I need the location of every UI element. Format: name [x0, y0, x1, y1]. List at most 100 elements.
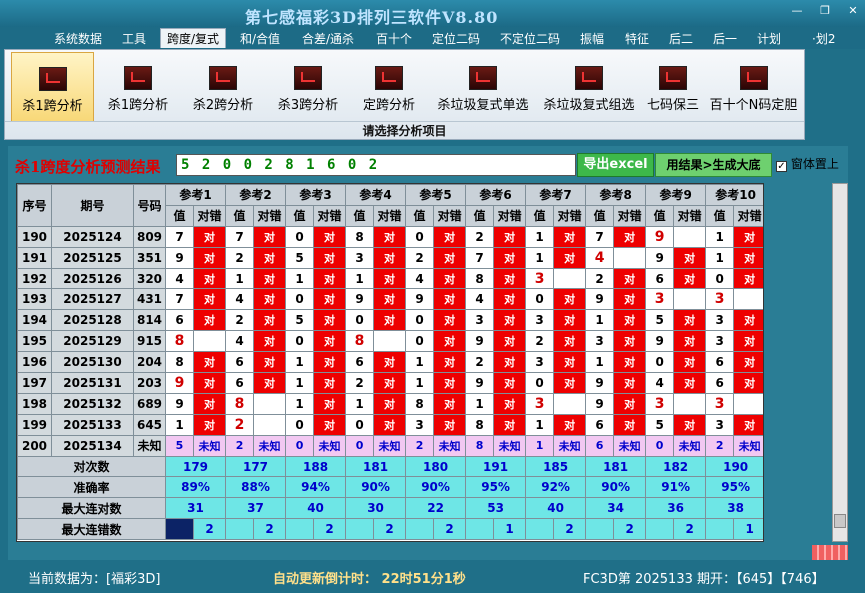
- menu-fixed-two[interactable]: 定位二码: [432, 30, 480, 47]
- menu-feature[interactable]: 特征: [625, 30, 649, 47]
- stat-value: 53: [465, 497, 527, 520]
- topmost-checkbox[interactable]: ✓ 窗体置上: [776, 155, 839, 172]
- ref-value: 9: [345, 288, 375, 311]
- menu-plan[interactable]: 计划: [757, 30, 781, 47]
- export-excel-button[interactable]: 导出excel: [577, 153, 654, 177]
- stat-value: 2: [673, 518, 707, 541]
- stat-value: [585, 518, 615, 541]
- menu-span-compound[interactable]: 跨度/复式: [160, 28, 227, 48]
- ref-value: 7: [465, 246, 495, 269]
- ref-value: 6: [705, 372, 735, 394]
- menu-last-one[interactable]: 后一: [713, 30, 737, 47]
- ref-value: 9: [165, 392, 194, 415]
- value-header: 值: [645, 204, 675, 227]
- row-code: 203: [133, 372, 166, 394]
- vertical-scrollbar[interactable]: [832, 183, 848, 542]
- prediction-row[interactable]: 200 2025134 未知 5 未知 2 未知 0 未知 0 未知 2 未知 8 未知 1 未知 6 未知 0 未知 2…: [17, 434, 763, 457]
- menu-diff-kill[interactable]: 合差/通杀: [302, 30, 354, 47]
- ref-value: 1: [285, 392, 315, 415]
- ref-match: 对: [373, 372, 407, 394]
- ref-value: 9: [645, 225, 675, 248]
- stat-label: 对次数: [17, 455, 166, 478]
- ref-match: 对: [192, 392, 227, 415]
- value-header: 值: [585, 204, 615, 227]
- table-row[interactable]: 194 2025128 814 6 对 2 对 5 对 0 对 0 对 3 对 3 对 1 对 5 对 3 对: [17, 309, 763, 332]
- ref-match: 对: [192, 351, 227, 374]
- table-row[interactable]: 191 2025125 351 9 对 2 对 5 对 3 对 2 对 7 对 1 对 4 9 对 1 对: [17, 246, 763, 269]
- ribbon-fixed-span[interactable]: 定跨分析: [355, 52, 423, 122]
- ref-value: 1: [405, 351, 435, 374]
- menu-last-two[interactable]: 后二: [669, 30, 693, 47]
- match-header: 对错: [373, 204, 407, 227]
- ref-match: [673, 392, 707, 415]
- table-row[interactable]: 196 2025130 204 8 对 6 对 1 对 6 对 1 对 2 对 3 对 1 对 0 对 6 对: [17, 351, 763, 374]
- table-row[interactable]: 193 2025127 431 7 对 4 对 0 对 9 对 9 对 4 对 0 对 9 对 3 3: [17, 288, 763, 311]
- stat-row: 最大连错数 2 2 2 2 2 1 2 2 2 1: [17, 518, 763, 541]
- ref-value: 5: [645, 413, 675, 436]
- ref-value: 6: [705, 351, 735, 374]
- ref-match: 对: [373, 225, 407, 248]
- ref-value: 1: [285, 372, 315, 394]
- stat-value: 1: [733, 518, 763, 541]
- table-row[interactable]: 190 2025124 809 7 对 7 对 0 对 8 对 0 对 2 对 1 对 7 对 9 1 对: [17, 225, 763, 248]
- stat-label: 最大连对数: [17, 497, 166, 520]
- ref-value: 8: [345, 330, 375, 353]
- stat-value: [705, 518, 735, 541]
- analysis-table: 序号 期号 号码 参考1 参考2 参考3 参考4 参考5 参考6 参考7 参考8 参考9 参考10 值对错…: [16, 183, 764, 542]
- table-row[interactable]: 195 2025129 915 8 4 对 0 对 8 0 对 9 对 2 对 3 对 9 对 3 对: [17, 330, 763, 353]
- menu-positions[interactable]: 百十个: [376, 30, 412, 47]
- ref-match: 对: [553, 288, 587, 311]
- ref-match: 对: [493, 288, 527, 311]
- maximize-button[interactable]: ❐: [814, 4, 836, 18]
- menu-system-data[interactable]: 系统数据: [54, 30, 102, 47]
- ref-match: 对: [733, 267, 763, 290]
- menu-tools[interactable]: 工具: [122, 30, 146, 47]
- menu-amplitude[interactable]: 振幅: [580, 30, 604, 47]
- ref-value: 3: [405, 413, 435, 436]
- ref-value: 4: [225, 330, 255, 353]
- ref-value: 1: [705, 246, 735, 269]
- close-button[interactable]: ✕: [842, 4, 864, 18]
- ribbon-kill1-span-selected[interactable]: 杀1跨分析: [11, 52, 94, 122]
- ref-value: 3: [705, 392, 735, 415]
- ref-value: 1: [465, 392, 495, 415]
- ref-match: 对: [192, 413, 227, 436]
- menu-unfixed-two[interactable]: 不定位二码: [500, 30, 560, 47]
- pred-value: 0: [645, 434, 675, 457]
- stat-value: 30: [345, 497, 407, 520]
- current-data-label: 当前数据为：[福彩3D]: [28, 572, 161, 587]
- ref-value: 8: [165, 351, 194, 374]
- row-seq: 190: [17, 225, 52, 248]
- ribbon-kill1-span[interactable]: 杀1跨分析: [101, 52, 175, 122]
- ribbon-seven-code[interactable]: 七码保三: [642, 52, 704, 122]
- value-header: 值: [405, 204, 435, 227]
- ref-match: 对: [493, 309, 527, 332]
- generate-base-button[interactable]: 用结果>生成大底: [655, 153, 772, 177]
- minimize-button[interactable]: —: [786, 4, 808, 18]
- ref-match: 对: [433, 288, 467, 311]
- ribbon-kill2-span[interactable]: 杀2跨分析: [186, 52, 260, 122]
- result-field[interactable]: 5 2 0 0 2 8 1 6 0 2: [176, 154, 576, 176]
- scroll-thumb[interactable]: [834, 514, 846, 528]
- ref-match: 对: [553, 372, 587, 394]
- ref-match: [192, 330, 227, 353]
- ribbon-junk-single[interactable]: 杀垃圾复式单选: [430, 52, 536, 122]
- ref-match: [553, 267, 587, 290]
- ref-header: 参考6: [465, 184, 527, 206]
- ref-match: 对: [192, 372, 227, 394]
- menu-sum[interactable]: 和/合值: [240, 30, 280, 47]
- row-code: 645: [133, 413, 166, 436]
- ribbon-n-code[interactable]: 百十个N码定胆: [705, 52, 802, 122]
- table-row[interactable]: 192 2025126 320 4 对 1 对 1 对 1 对 4 对 8 对 3 2 对 6 对 0 对: [17, 267, 763, 290]
- ref-header: 参考3: [285, 184, 347, 206]
- table-row[interactable]: 197 2025131 203 9 对 6 对 1 对 2 对 1 对 9 对 0 对 9 对 4 对 6 对: [17, 372, 763, 394]
- chart-icon: [124, 66, 152, 90]
- table-row[interactable]: 199 2025133 645 1 对 2 0 对 0 对 3 对 8 对 1 对 6 对 5 对 3 对: [17, 413, 763, 436]
- ribbon-junk-group[interactable]: 杀垃圾复式组选: [536, 52, 642, 122]
- ref-match: 对: [253, 330, 287, 353]
- ref-value: 2: [345, 372, 375, 394]
- ref-match: 对: [253, 309, 287, 332]
- ribbon-kill3-span[interactable]: 杀3跨分析: [271, 52, 345, 122]
- menu-plan-2[interactable]: ·划2: [812, 30, 835, 47]
- table-row[interactable]: 198 2025132 689 9 对 8 1 对 1 对 8 对 1 对 3 9 对 3 3: [17, 392, 763, 415]
